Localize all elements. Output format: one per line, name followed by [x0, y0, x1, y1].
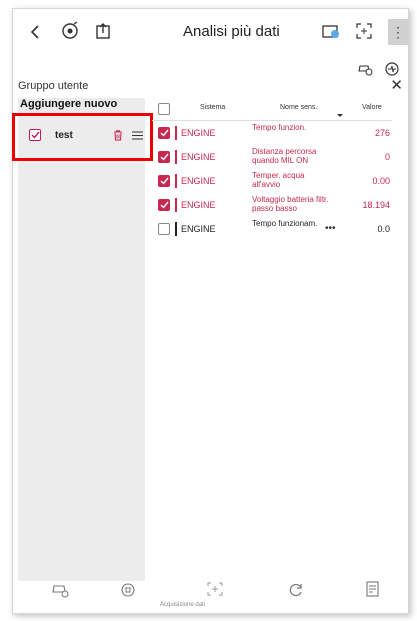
back-icon[interactable]	[27, 23, 43, 41]
cell-system: ENGINE	[181, 152, 216, 162]
cell-value: 0	[384, 152, 390, 162]
ecu-icon[interactable]	[383, 61, 401, 77]
table-row[interactable]: ENGINE Distanza percorsa quando MIL ON 0	[152, 146, 392, 168]
vehicle-info-icon[interactable]	[59, 20, 81, 42]
table-header: Sistema Nome sens. Valore	[152, 98, 392, 121]
export-icon[interactable]	[93, 20, 115, 42]
refresh-icon[interactable]	[287, 581, 305, 599]
table-row[interactable]: ENGINE Tempo funzion. 276	[152, 122, 392, 144]
close-icon[interactable]: ✕	[390, 76, 403, 94]
cell-system: ENGINE	[181, 176, 216, 186]
cell-sensor: Tempo funzion.	[252, 123, 307, 132]
cell-value: 0.0	[377, 224, 390, 234]
highlight-box	[12, 113, 153, 161]
row-accent-bar	[175, 150, 177, 164]
header-value[interactable]: Valore	[362, 104, 382, 111]
record-icon[interactable]	[119, 581, 137, 599]
row-checkbox[interactable]	[158, 127, 170, 139]
group-sidebar: Aggiungere nuovo gruppo test	[18, 98, 145, 581]
report-icon[interactable]	[364, 580, 382, 598]
row-checkbox[interactable]	[158, 175, 170, 187]
fullscreen-icon[interactable]	[354, 21, 374, 41]
cell-system: ENGINE	[181, 224, 216, 234]
cell-sensor: Distanza percorsa quando MIL ON	[252, 147, 317, 165]
cell-sensor: Temper. acqua all'avvio	[252, 171, 305, 189]
cell-value: 18.194	[362, 200, 390, 210]
header-sensor[interactable]: Nome sens.	[280, 104, 317, 111]
row-accent-bar	[175, 198, 177, 212]
more-options-icon[interactable]: •••	[325, 223, 336, 234]
page-title: Analisi più dati	[183, 23, 280, 40]
cell-sensor: Tempo funzionam.	[252, 219, 318, 228]
cell-sensor: Voltaggio batteria filtr. passo basso	[252, 195, 329, 213]
data-acquisition-label: Acquisizione dati	[160, 602, 206, 608]
row-checkbox[interactable]	[158, 199, 170, 211]
more-icon[interactable]: ⋮	[388, 19, 408, 45]
group-label: Gruppo utente	[18, 80, 89, 92]
car-check-icon[interactable]	[356, 61, 374, 77]
row-checkbox[interactable]	[158, 151, 170, 163]
cell-value: 0.00	[372, 176, 390, 186]
table-row[interactable]: ENGINE Voltaggio batteria filtr. passo ba…	[152, 194, 392, 216]
cell-system: ENGINE	[181, 128, 216, 138]
row-accent-bar	[175, 174, 177, 188]
table-row[interactable]: ENGINE Temper. acqua all'avvio 0.00	[152, 170, 392, 192]
cell-value: 276	[374, 128, 390, 138]
car-scan-icon[interactable]	[50, 581, 70, 599]
cell-system: ENGINE	[181, 200, 216, 210]
table-row[interactable]: ENGINE Tempo funzionam. ••• 0.0	[152, 218, 392, 240]
capture-icon[interactable]	[205, 580, 225, 598]
sort-icon[interactable]	[337, 114, 343, 117]
select-all-checkbox[interactable]	[158, 103, 170, 115]
row-accent-bar	[175, 126, 177, 140]
bottom-toolbar	[0, 577, 395, 604]
row-accent-bar	[175, 222, 177, 236]
camera-icon[interactable]	[320, 21, 342, 41]
header-system[interactable]: Sistema	[200, 104, 225, 111]
row-checkbox[interactable]	[158, 223, 170, 235]
top-bar: Analisi più dati ⋮	[13, 9, 408, 55]
toolbar-secondary	[13, 55, 408, 83]
